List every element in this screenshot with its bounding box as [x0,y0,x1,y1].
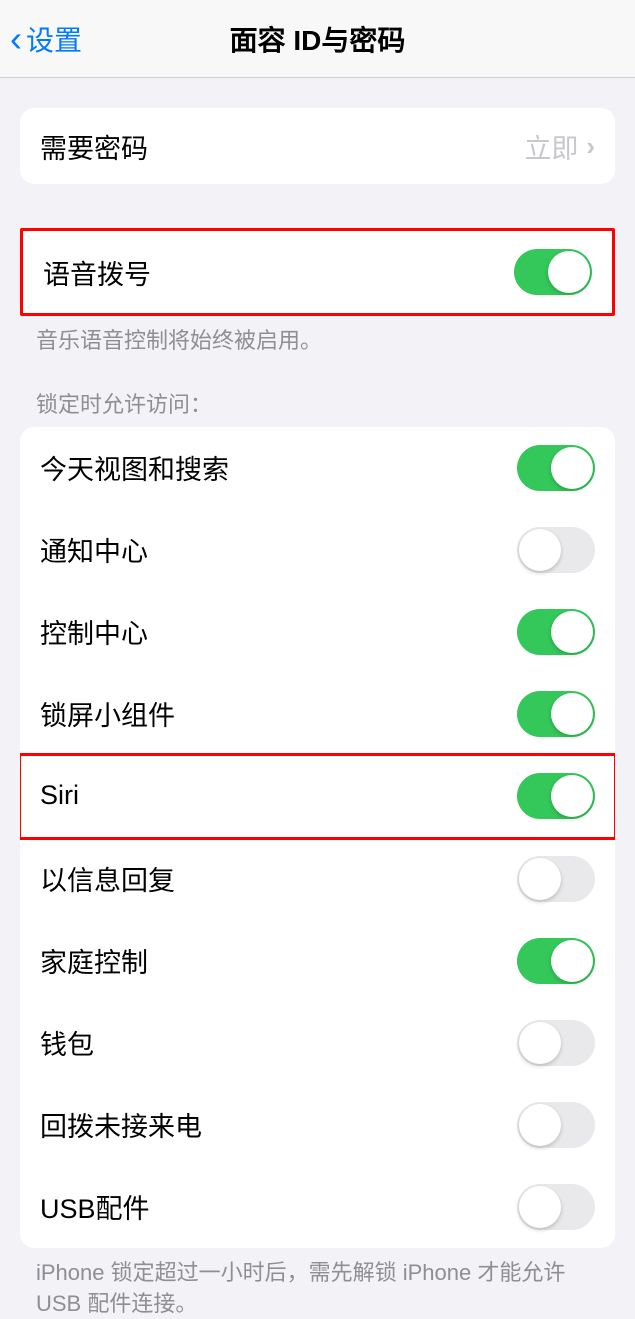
lock-item-wrapper: USB配件 [20,1166,615,1248]
toggle-knob [519,858,561,900]
lock-item-toggle[interactable] [517,1020,595,1066]
require-passcode-value: 立即 › [524,127,595,166]
lock-item-toggle[interactable] [517,609,595,655]
lock-item-label: Siri [40,780,79,811]
lock-item-wrapper: 控制中心 [20,591,615,673]
toggle-knob [551,693,593,735]
lock-item-row: 锁屏小组件 [20,673,615,755]
lock-item-label: 锁屏小组件 [40,694,175,733]
voice-dial-group: 语音拨号 [20,228,615,316]
lock-item-row: 控制中心 [20,591,615,673]
lock-item-toggle[interactable] [517,527,595,573]
lock-item-label: 控制中心 [40,612,148,651]
lock-item-wrapper: 今天视图和搜索 [20,427,615,509]
toggle-knob [548,251,590,293]
lock-item-label: 今天视图和搜索 [40,448,229,487]
lock-item-row: 通知中心 [20,509,615,591]
lock-item-wrapper: 以信息回复 [20,838,615,920]
lock-item-label: 回拨未接来电 [40,1105,202,1144]
page-title: 面容 ID与密码 [230,19,406,59]
voice-dial-footer: 音乐语音控制将始终被启用。 [0,316,635,357]
chevron-left-icon: ‹ [10,18,22,60]
lock-access-footer: iPhone 锁定超过一小时后，需先解锁 iPhone 才能允许 USB 配件连… [0,1248,635,1319]
lock-item-toggle[interactable] [517,1184,595,1230]
lock-item-wrapper: 通知中心 [20,509,615,591]
toggle-knob [519,1104,561,1146]
voice-dial-toggle[interactable] [514,249,592,295]
back-label: 设置 [26,19,82,59]
lock-item-row: 今天视图和搜索 [20,427,615,509]
lock-item-wrapper: 回拨未接来电 [20,1084,615,1166]
passcode-group: 需要密码 立即 › [20,108,615,184]
require-passcode-row[interactable]: 需要密码 立即 › [20,108,615,184]
toggle-knob [551,447,593,489]
navigation-bar: ‹ 设置 面容 ID与密码 [0,0,635,78]
toggle-knob [551,940,593,982]
lock-access-header: 锁定时允许访问： [0,357,635,423]
lock-item-wrapper: 钱包 [20,1002,615,1084]
lock-item-toggle[interactable] [517,445,595,491]
lock-item-toggle[interactable] [517,773,595,819]
toggle-knob [519,1186,561,1228]
lock-item-row: 回拨未接来电 [20,1084,615,1166]
lock-item-toggle[interactable] [517,691,595,737]
lock-item-row: 以信息回复 [20,838,615,920]
lock-access-group: 今天视图和搜索通知中心控制中心锁屏小组件 Siri 以信息回复家庭控制钱包回拨未接来… [20,427,615,1248]
require-passcode-value-text: 立即 [524,127,578,166]
lock-item-wrapper: Siri [20,755,615,838]
back-button[interactable]: ‹ 设置 [0,18,82,60]
lock-item-row: USB配件 [20,1166,615,1248]
lock-item-row: 钱包 [20,1002,615,1084]
lock-item-wrapper: 家庭控制 [20,920,615,1002]
toggle-knob [519,529,561,571]
lock-item-wrapper: 锁屏小组件 [20,673,615,755]
voice-dial-row: 语音拨号 [23,231,612,313]
voice-dial-label: 语音拨号 [43,253,151,292]
lock-item-label: USB配件 [40,1187,150,1226]
lock-item-label: 通知中心 [40,530,148,569]
lock-item-label: 家庭控制 [40,941,148,980]
toggle-knob [551,611,593,653]
chevron-right-icon: › [586,131,595,162]
lock-item-toggle[interactable] [517,856,595,902]
lock-item-row: 家庭控制 [20,920,615,1002]
toggle-knob [551,775,593,817]
toggle-knob [519,1022,561,1064]
lock-item-toggle[interactable] [517,938,595,984]
lock-item-label: 以信息回复 [40,859,175,898]
require-passcode-label: 需要密码 [40,127,148,166]
lock-item-label: 钱包 [40,1023,94,1062]
lock-item-row: Siri [20,755,615,838]
lock-item-toggle[interactable] [517,1102,595,1148]
